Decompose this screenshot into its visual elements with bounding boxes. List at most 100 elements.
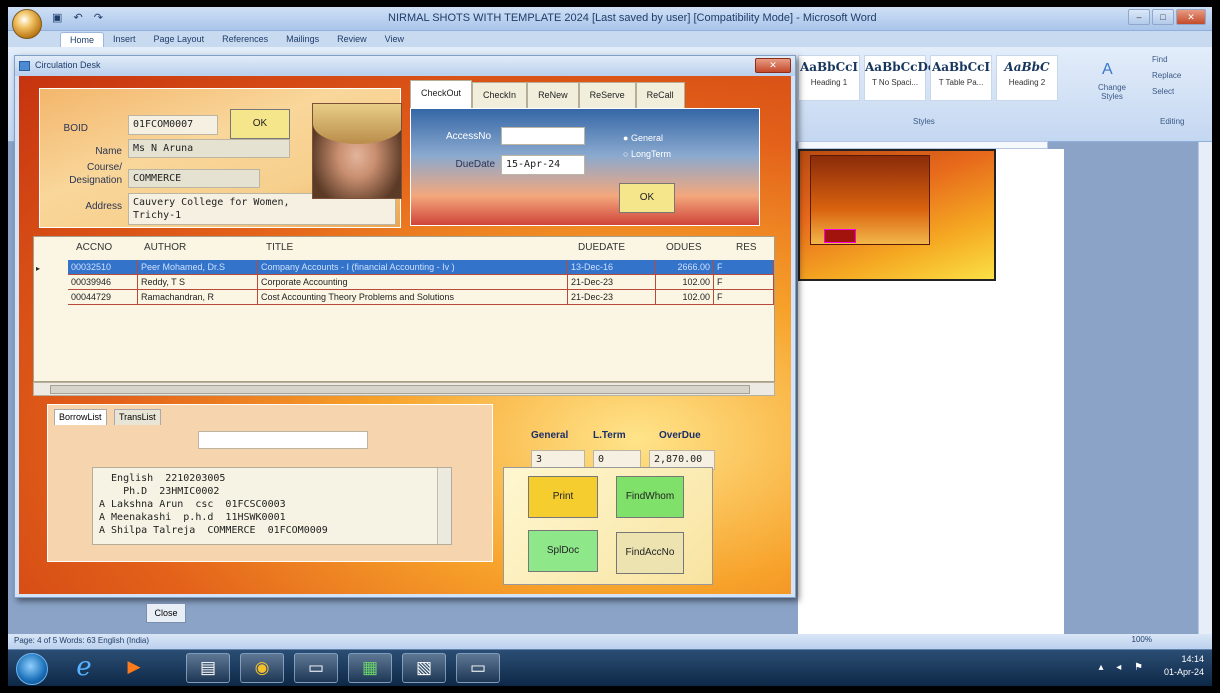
circulation-body: BOID 01FCOM0007 OK Name Ms N Aruna Cours… [19,76,791,594]
find-button[interactable]: Find [1152,55,1168,64]
tray-icons[interactable]: ▴ ◂ ⚑ [1098,662,1148,673]
style-table-para[interactable]: AaBbCcI T Table Pa... [930,55,992,101]
general-radio[interactable]: ● General [623,133,663,143]
close-button[interactable]: Close [146,603,186,623]
tab-reserve[interactable]: ReServe [578,82,636,108]
overdue-label: OverDue [659,430,701,441]
style-heading-2[interactable]: AaBbC Heading 2 [996,55,1058,101]
circulation-desk-window: Circulation Desk ✕ BOID 01FCOM0007 OK Na… [14,55,796,598]
list-scrollbar[interactable] [437,468,451,544]
table-row[interactable]: 00044729 Ramachandran, R Cost Accounting… [68,290,774,305]
change-styles-button[interactable]: Change Styles [1094,83,1130,101]
ribbon-tabs: Home Insert Page Layout References Maili… [60,32,413,47]
status-bar: Page: 4 of 5 Words: 63 English (India) 1… [8,634,1212,649]
taskbar: e ▶ ▤ ◉ ▭ ▦ ▧ ▭ ▴ ◂ ⚑ 14:14 01-Apr-24 [8,649,1212,686]
spldoc-button[interactable]: SplDoc [528,530,598,572]
checkout-ok-button[interactable]: OK [619,183,675,213]
name-field: Ms N Aruna [128,139,290,158]
course-field: COMMERCE [128,169,260,188]
transaction-tabs: CheckOut CheckIn ReNew ReServe ReCall [410,80,685,108]
word-title-bar: ▣ ↶ ↷ NIRMAL SHOTS WITH TEMPLATE 2024 [L… [8,7,1212,39]
col-author[interactable]: AUTHOR [144,237,186,258]
table-row[interactable]: 00039946 Reddy, T S Corporate Accounting… [68,275,774,290]
slide-tag [824,229,856,243]
tab-mailings[interactable]: Mailings [277,32,328,47]
style-no-spacing[interactable]: AaBbCcDc T No Spaci... [864,55,935,101]
accessno-field[interactable] [501,127,585,145]
zoom-level[interactable]: 100% [1132,635,1152,644]
name-label: Name [95,146,122,157]
general-label: General [531,430,569,441]
col-odues[interactable]: ODUES [666,237,702,258]
excel-icon[interactable]: ▦ [348,653,392,683]
ie-icon[interactable]: e [62,653,106,683]
app-icon [19,61,30,71]
tab-view[interactable]: View [376,32,413,47]
accessno-label: AccessNo [445,131,491,142]
course-label: Course/ Designation [69,162,122,186]
circulation-title: Circulation Desk [35,60,101,70]
window-icon[interactable]: ▭ [294,653,338,683]
office-button-icon[interactable] [12,9,42,39]
word-icon[interactable]: ▧ [402,653,446,683]
boid-ok-button[interactable]: OK [230,109,290,139]
clock[interactable]: 14:14 01-Apr-24 [1164,653,1204,679]
status-text: Page: 4 of 5 Words: 63 English (India) [14,636,150,645]
address-label: Address [85,201,122,212]
tab-insert[interactable]: Insert [104,32,145,47]
checkout-pane: AccessNo DueDate 15-Apr-24 ● General ○ L… [410,108,760,226]
quick-access-toolbar[interactable]: ▣ ↶ ↷ [52,11,107,24]
circulation-close-icon[interactable]: ✕ [755,58,791,73]
screen: ▣ ↶ ↷ NIRMAL SHOTS WITH TEMPLATE 2024 [L… [8,7,1212,686]
select-button[interactable]: Select [1152,87,1174,96]
col-res[interactable]: RES [736,237,757,258]
duedate-field[interactable]: 15-Apr-24 [501,155,585,175]
change-styles-icon[interactable]: A [1102,61,1113,79]
tab-home[interactable]: Home [60,32,105,47]
tab-borrowlist[interactable]: BorrowList [54,409,107,425]
close-icon[interactable]: ✕ [1176,9,1206,25]
ruler[interactable] [798,141,1048,149]
table-row[interactable]: 00032510 Peer Mohamed, Dr.S Company Acco… [68,260,774,275]
circulation-title-bar: Circulation Desk ✕ [15,56,795,76]
editing-group-label: Editing [1160,117,1185,126]
vertical-scrollbar[interactable] [1198,142,1212,634]
start-button-icon[interactable] [16,653,48,685]
tab-renew[interactable]: ReNew [527,82,579,108]
tab-review[interactable]: Review [328,32,376,47]
col-duedate[interactable]: DUEDATE [578,237,625,258]
embedded-slide-image [798,149,996,281]
explorer-icon[interactable]: ▤ [186,653,230,683]
maximize-icon[interactable]: □ [1152,9,1174,25]
longterm-radio[interactable]: ○ LongTerm [623,149,671,159]
print-button[interactable]: Print [528,476,598,518]
boid-field[interactable]: 01FCOM0007 [128,115,218,135]
action-button-panel: Print FindWhom SplDoc FindAccNo [503,467,713,585]
tab-recall[interactable]: ReCall [635,82,685,108]
quick-styles: AaBbCcI Heading 1 AaBbCcDc T No Spaci... A… [798,55,1058,101]
styles-group-label: Styles [913,117,935,126]
borrowed-books-grid[interactable]: ACCNO AUTHOR TITLE DUEDATE ODUES RES ▸ 0… [33,236,775,382]
findwhom-button[interactable]: FindWhom [616,476,684,518]
style-heading-1[interactable]: AaBbCcI Heading 1 [798,55,860,101]
window-controls: – □ ✕ [1128,9,1206,25]
tab-checkin[interactable]: CheckIn [472,82,528,108]
minimize-icon[interactable]: – [1128,9,1150,25]
tab-page-layout[interactable]: Page Layout [145,32,214,47]
circulation-app-icon[interactable]: ▭ [456,653,500,683]
tab-checkout[interactable]: CheckOut [410,80,473,108]
replace-button[interactable]: Replace [1152,71,1181,80]
borrow-list-panel: BorrowList TransList English 2210203005 … [47,404,493,562]
media-player-icon[interactable]: ▶ [112,653,156,683]
duedate-label: DueDate [455,159,495,170]
findaccno-button[interactable]: FindAccNo [616,532,684,574]
tab-translist[interactable]: TransList [114,409,161,425]
row-indicator-icon: ▸ [36,264,41,273]
tab-references[interactable]: References [213,32,277,47]
col-title[interactable]: TITLE [266,237,293,258]
col-accno[interactable]: ACCNO [76,237,112,258]
chrome-icon[interactable]: ◉ [240,653,284,683]
borrower-list[interactable]: English 2210203005 Ph.D 23HMIC0002 A Lak… [92,467,452,545]
borrow-search-input[interactable] [198,431,368,449]
grid-horizontal-scrollbar[interactable] [33,382,775,396]
